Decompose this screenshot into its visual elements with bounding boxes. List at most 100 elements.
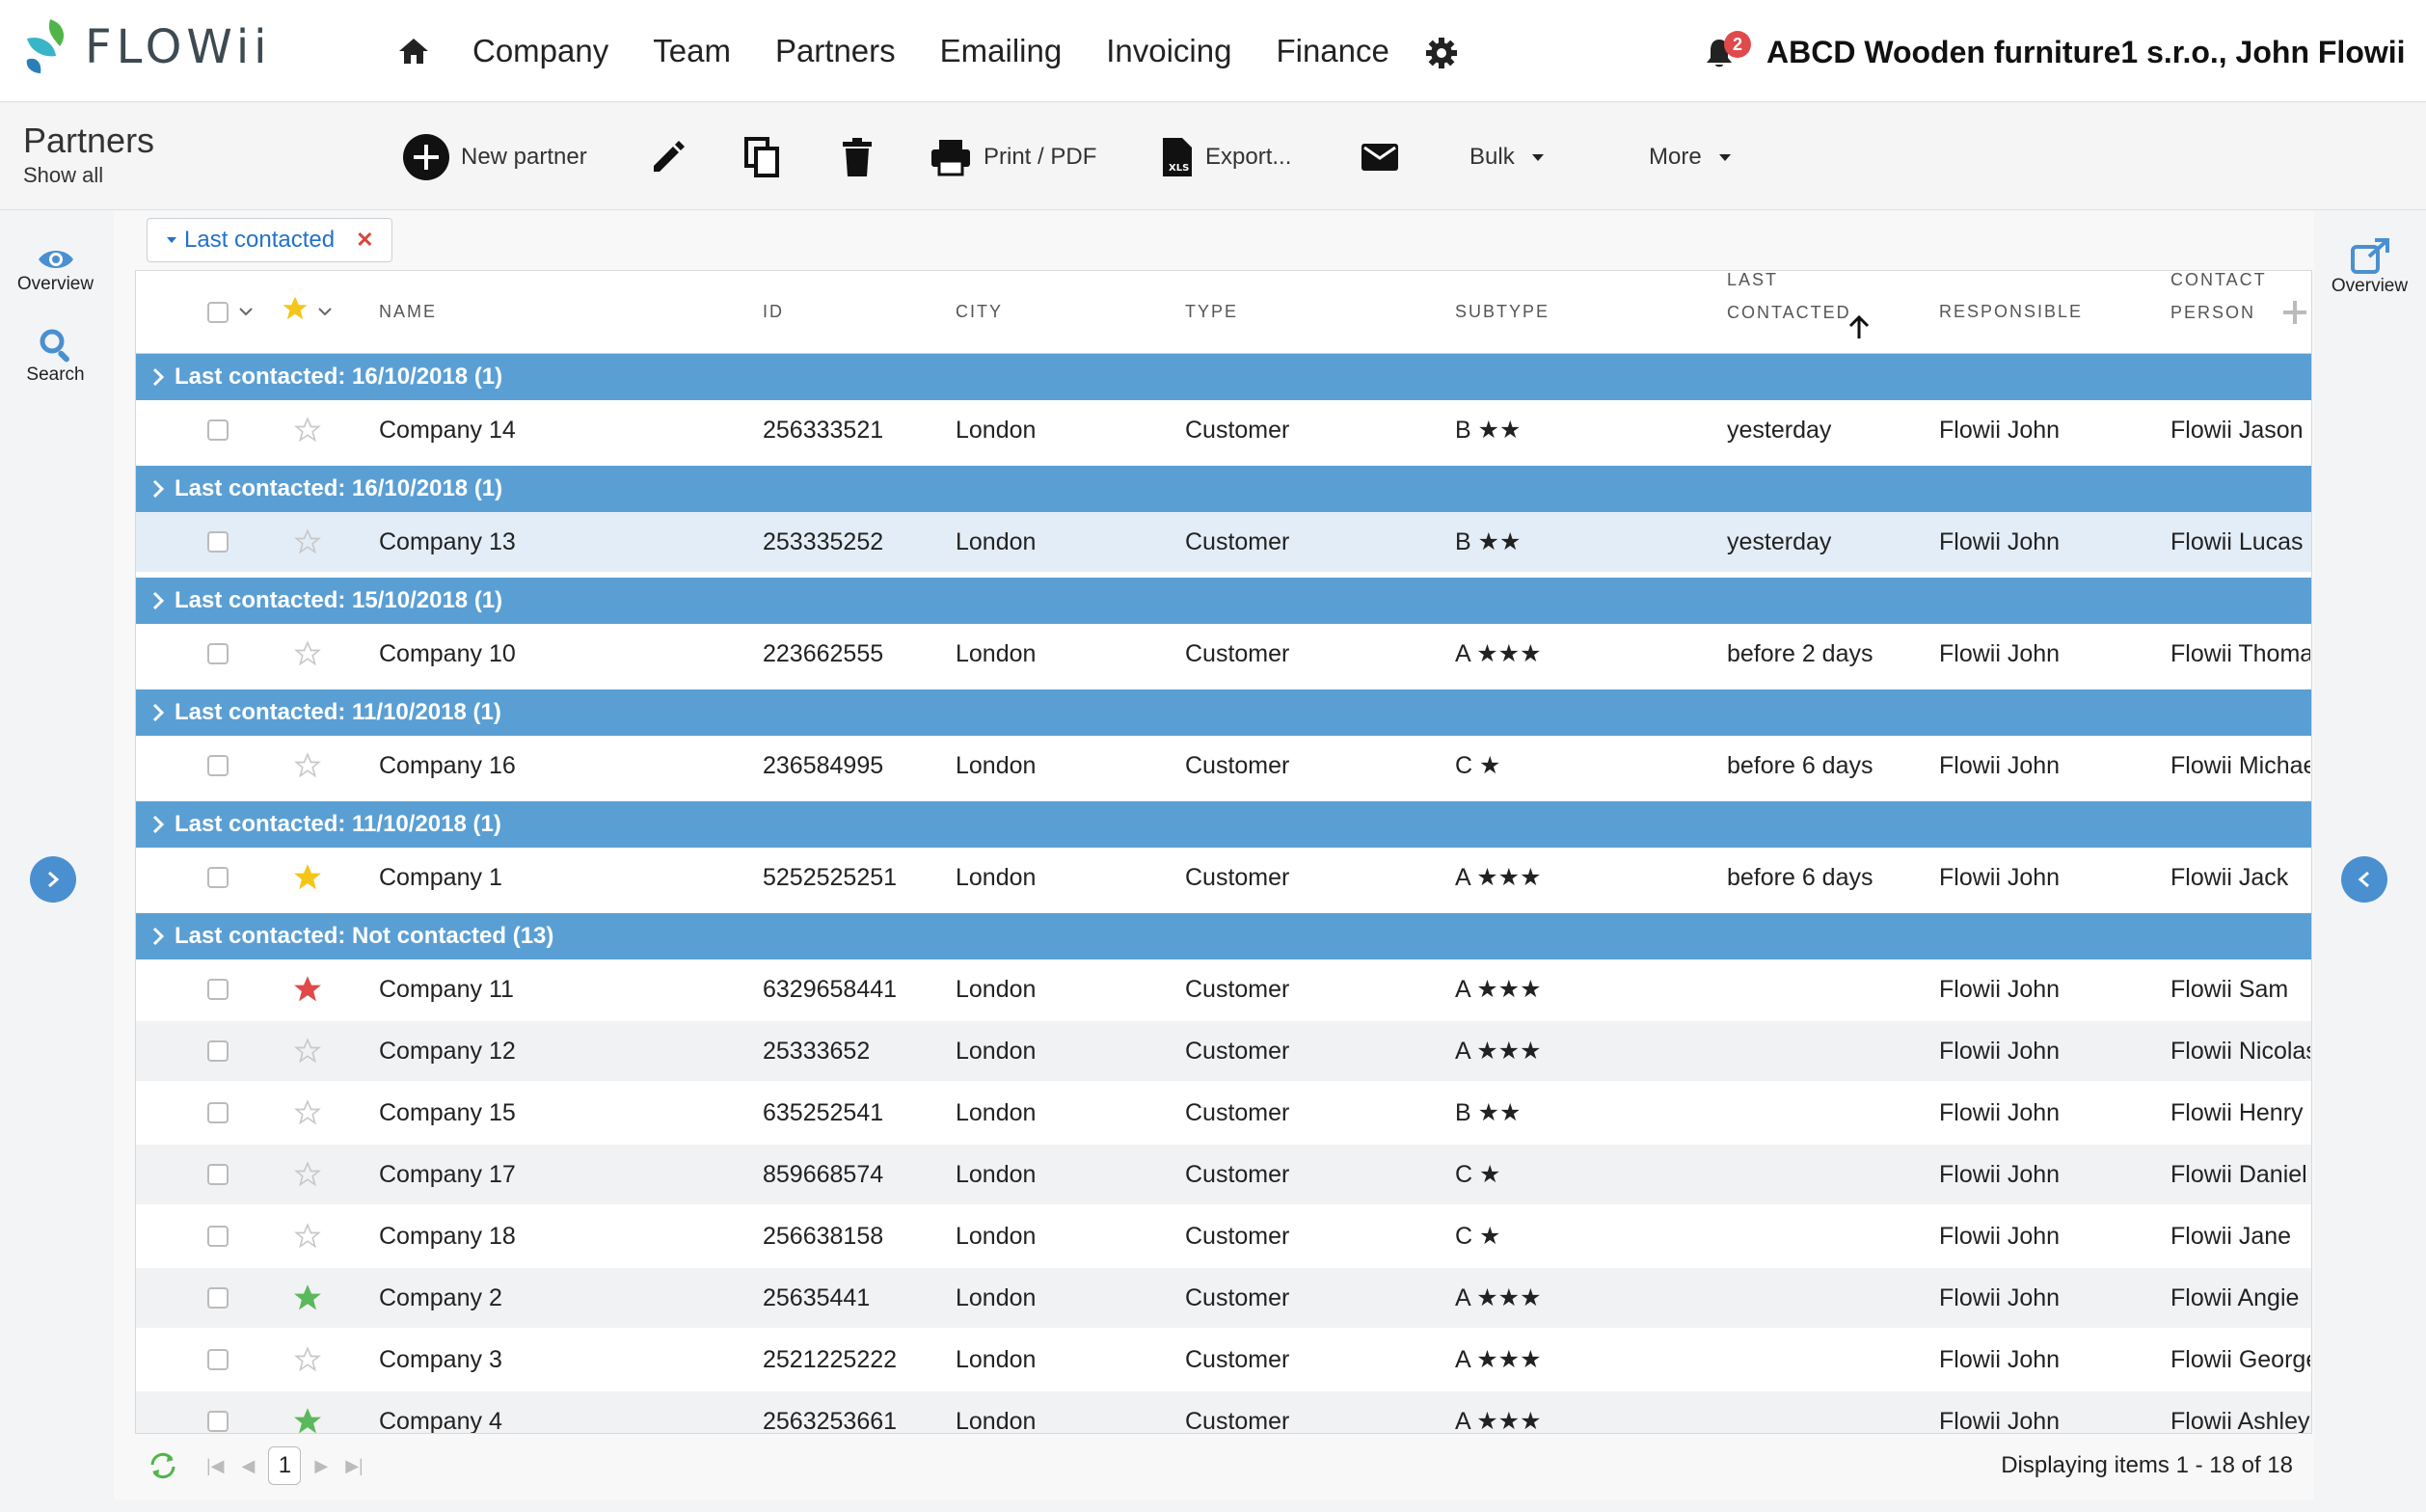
nav-item-company[interactable]: Company xyxy=(472,33,608,69)
col-city[interactable]: CITY xyxy=(956,295,1003,328)
favorite-star-icon[interactable] xyxy=(294,752,321,779)
table-row[interactable]: Company 12 25333652 London Customer A ★★★ Flo… xyxy=(136,1021,2311,1081)
table-row[interactable]: Company 17 859668574 London Customer C ★ Flow… xyxy=(136,1145,2311,1204)
table-row[interactable]: Company 18 256638158 London Customer C ★ Flow… xyxy=(136,1206,2311,1266)
nav-item-team[interactable]: Team xyxy=(653,33,731,69)
group-header[interactable]: Last contacted: 11/10/2018 (1) xyxy=(136,801,2311,848)
star-filter-icon[interactable] xyxy=(281,294,310,323)
refresh-icon[interactable] xyxy=(147,1451,179,1480)
home-icon[interactable] xyxy=(397,37,430,70)
page-title: Partners xyxy=(23,121,155,160)
cell-subtype: A ★★★ xyxy=(1455,976,1542,1003)
table-row[interactable]: Company 4 2563253661 London Customer A ★★★ Fl… xyxy=(136,1391,2311,1434)
copy-icon xyxy=(744,136,779,177)
flowii-logo[interactable]: FLOWii xyxy=(21,17,272,77)
cell-type: Customer xyxy=(1185,1223,1290,1250)
print-button[interactable]: Print / PDF xyxy=(930,103,1096,210)
table-row[interactable]: Company 11 6329658441 London Customer A ★★★ F… xyxy=(136,959,2311,1019)
favorite-star-icon[interactable] xyxy=(294,976,321,1003)
row-checkbox[interactable] xyxy=(207,1164,229,1185)
row-checkbox[interactable] xyxy=(207,1287,229,1309)
col-contact-line1: CONTACT xyxy=(2170,270,2267,289)
delete-button[interactable] xyxy=(841,103,885,210)
group-header[interactable]: Last contacted: 11/10/2018 (1) xyxy=(136,689,2311,736)
add-column-icon[interactable] xyxy=(2282,300,2307,325)
bulk-dropdown[interactable]: Bulk xyxy=(1469,103,1559,210)
chevron-down-icon[interactable] xyxy=(238,304,254,319)
more-dropdown[interactable]: More xyxy=(1649,103,1746,210)
favorite-star-icon[interactable] xyxy=(294,1346,321,1373)
collapse-right-button[interactable] xyxy=(2341,856,2387,903)
col-type[interactable]: TYPE xyxy=(1185,295,1238,328)
table-row[interactable]: Company 13 253335252 London Customer B ★★ yes… xyxy=(136,512,2311,572)
table-row[interactable]: Company 2 25635441 London Customer A ★★★ Flow… xyxy=(136,1268,2311,1328)
cell-subtype: A ★★★ xyxy=(1455,1346,1542,1373)
nav-item-emailing[interactable]: Emailing xyxy=(940,33,1063,69)
table-row[interactable]: Company 14 256333521 London Customer B ★★ yes… xyxy=(136,400,2311,460)
cell-responsible: Flowii John xyxy=(1939,1161,2061,1188)
row-checkbox[interactable] xyxy=(207,419,229,441)
chevron-down-icon[interactable] xyxy=(317,304,333,319)
row-checkbox[interactable] xyxy=(207,643,229,664)
favorite-star-icon[interactable] xyxy=(294,1099,321,1126)
favorite-star-icon[interactable] xyxy=(294,1038,321,1065)
col-subtype[interactable]: SUBTYPE xyxy=(1455,295,1550,328)
remove-filter-icon[interactable]: ✕ xyxy=(356,228,373,253)
prev-page-icon[interactable]: ◀ xyxy=(242,1456,256,1476)
cell-name: Company 1 xyxy=(379,864,502,891)
favorite-star-icon[interactable] xyxy=(294,1223,321,1250)
first-page-icon[interactable]: |◀ xyxy=(206,1456,225,1476)
favorite-star-icon[interactable] xyxy=(294,1284,321,1311)
group-header[interactable]: Last contacted: 16/10/2018 (1) xyxy=(136,466,2311,512)
cell-type: Customer xyxy=(1185,1284,1290,1311)
gear-icon[interactable] xyxy=(1425,37,1458,74)
table-row[interactable]: Company 15 635252541 London Customer B ★★ Flo… xyxy=(136,1083,2311,1143)
overview-button[interactable]: Overview xyxy=(0,247,111,295)
page-subtitle[interactable]: Show all xyxy=(23,163,103,188)
row-checkbox[interactable] xyxy=(207,1349,229,1370)
col-name[interactable]: NAME xyxy=(379,295,437,328)
export-button[interactable]: XLS Export... xyxy=(1161,103,1291,210)
company-user-label[interactable]: ABCD Wooden furniture1 s.r.o., John Flow… xyxy=(1766,35,2406,70)
table-row[interactable]: Company 3 2521225222 London Customer A ★★★ Fl… xyxy=(136,1330,2311,1390)
nav-item-partners[interactable]: Partners xyxy=(775,33,896,69)
last-contacted-filter[interactable]: Last contacted ✕ xyxy=(147,218,392,262)
table-row[interactable]: Company 1 5252525251 London Customer A ★★★ be… xyxy=(136,848,2311,907)
group-header[interactable]: Last contacted: 15/10/2018 (1) xyxy=(136,578,2311,624)
table-row[interactable]: Company 10 223662555 London Customer A ★★★ be… xyxy=(136,624,2311,684)
cell-subtype: A ★★★ xyxy=(1455,864,1542,891)
group-header[interactable]: Last contacted: Not contacted (13) xyxy=(136,913,2311,959)
row-checkbox[interactable] xyxy=(207,755,229,776)
row-checkbox[interactable] xyxy=(207,979,229,1000)
new-partner-button[interactable]: New partner xyxy=(403,103,587,210)
table-row[interactable]: Company 16 236584995 London Customer C ★ befo… xyxy=(136,736,2311,796)
row-checkbox[interactable] xyxy=(207,1102,229,1123)
edit-button[interactable] xyxy=(650,103,698,210)
col-id[interactable]: ID xyxy=(763,295,784,328)
cell-name: Company 2 xyxy=(379,1284,502,1311)
search-button[interactable]: Search xyxy=(0,328,111,386)
row-checkbox[interactable] xyxy=(207,1411,229,1432)
row-checkbox[interactable] xyxy=(207,531,229,553)
nav-item-invoicing[interactable]: Invoicing xyxy=(1106,33,1231,69)
select-all-checkbox[interactable] xyxy=(207,302,229,323)
favorite-star-icon[interactable] xyxy=(294,417,321,444)
next-page-icon[interactable]: ▶ xyxy=(314,1456,328,1476)
favorite-star-icon[interactable] xyxy=(294,1161,321,1188)
row-checkbox[interactable] xyxy=(207,1040,229,1062)
expand-left-button[interactable] xyxy=(30,856,76,903)
group-header[interactable]: Last contacted: 16/10/2018 (1) xyxy=(136,354,2311,400)
nav-item-finance[interactable]: Finance xyxy=(1276,33,1388,69)
row-checkbox[interactable] xyxy=(207,1226,229,1247)
col-responsible[interactable]: RESPONSIBLE xyxy=(1939,295,2083,328)
favorite-star-icon[interactable] xyxy=(294,864,321,891)
last-page-icon[interactable]: ▶| xyxy=(345,1456,364,1476)
favorite-star-icon[interactable] xyxy=(294,640,321,667)
row-checkbox[interactable] xyxy=(207,867,229,888)
page-number-input[interactable]: 1 xyxy=(268,1446,302,1485)
email-button[interactable] xyxy=(1361,103,1410,210)
copy-button[interactable] xyxy=(744,103,793,210)
favorite-star-icon[interactable] xyxy=(294,1408,321,1434)
right-overview-button[interactable]: Overview xyxy=(2314,237,2425,297)
favorite-star-icon[interactable] xyxy=(294,528,321,555)
